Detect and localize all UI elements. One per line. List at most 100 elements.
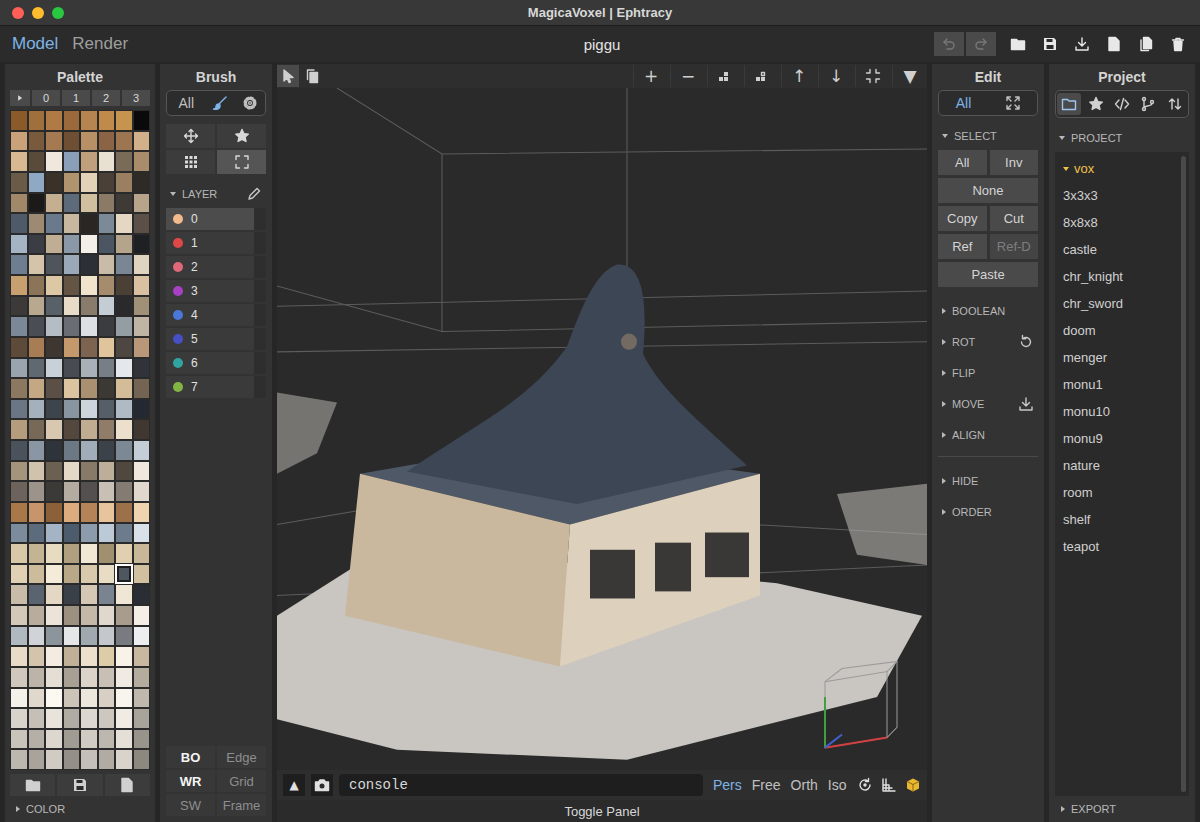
palette-swatch[interactable]: [46, 482, 62, 501]
palette-swatch[interactable]: [99, 544, 115, 563]
palette-swatch[interactable]: [134, 379, 150, 398]
palette-swatch[interactable]: [116, 235, 132, 254]
project-file[interactable]: monu1: [1063, 371, 1173, 398]
view-button[interactable]: [707, 65, 742, 87]
layer-visibility-toggle[interactable]: [254, 376, 266, 398]
palette-swatch[interactable]: [99, 482, 115, 501]
palette-swatch[interactable]: [11, 255, 27, 274]
palette-swatch[interactable]: [29, 235, 45, 254]
palette-swatch[interactable]: [134, 709, 150, 728]
palette-swatch[interactable]: [64, 730, 80, 749]
palette-swatch[interactable]: [116, 132, 132, 151]
project-file[interactable]: menger: [1063, 344, 1173, 371]
palette-swatch[interactable]: [116, 111, 132, 130]
palette-swatch[interactable]: [46, 317, 62, 336]
palette-swatch[interactable]: [11, 152, 27, 171]
trash-button[interactable]: [1164, 32, 1192, 56]
palette-swatch[interactable]: [134, 276, 150, 295]
palette-swatch[interactable]: [46, 400, 62, 419]
palette-swatch[interactable]: [64, 317, 80, 336]
palette-swatch[interactable]: [64, 173, 80, 192]
view-button[interactable]: −: [670, 65, 705, 87]
palette-swatch[interactable]: [116, 606, 132, 625]
palette-swatch[interactable]: [99, 606, 115, 625]
edit-section-header[interactable]: MOVE: [938, 388, 1038, 419]
project-file[interactable]: monu10: [1063, 398, 1173, 425]
palette-swatch[interactable]: [134, 730, 150, 749]
palette-swatch[interactable]: [46, 132, 62, 151]
palette-swatch[interactable]: [81, 482, 97, 501]
mode-tab[interactable]: Model: [12, 34, 58, 54]
layer-visibility-toggle[interactable]: [254, 208, 266, 230]
select-action-button[interactable]: Copy: [938, 206, 987, 231]
star-tool-button[interactable]: [217, 124, 266, 148]
palette-swatch[interactable]: [11, 441, 27, 460]
layer-row[interactable]: 2: [166, 256, 266, 278]
palette-swatch[interactable]: [11, 111, 27, 130]
color-section[interactable]: COLOR: [10, 796, 150, 822]
palette-page-tab[interactable]: 0: [32, 90, 60, 106]
layer-visibility-toggle[interactable]: [254, 352, 266, 374]
palette-swatch[interactable]: [134, 111, 150, 130]
layer-row[interactable]: 6: [166, 352, 266, 374]
palette-swatch[interactable]: [64, 194, 80, 213]
palette-swatch[interactable]: [81, 379, 97, 398]
palette-swatch[interactable]: [134, 255, 150, 274]
select-action-button[interactable]: None: [938, 178, 1038, 203]
palette-page-tab[interactable]: 1: [62, 90, 90, 106]
palette-swatch[interactable]: [116, 709, 132, 728]
palette-swatch[interactable]: [116, 647, 132, 666]
palette-swatch[interactable]: [81, 359, 97, 378]
project-file[interactable]: chr_knight: [1063, 263, 1173, 290]
view-option-toggle[interactable]: Grid: [217, 770, 266, 792]
palette-swatch[interactable]: [81, 214, 97, 233]
palette-swatch[interactable]: [116, 750, 132, 769]
palette-swatch[interactable]: [64, 524, 80, 543]
palette-swatch[interactable]: [81, 689, 97, 708]
palette-swatch[interactable]: [11, 462, 27, 481]
palette-swatch[interactable]: [116, 152, 132, 171]
project-file[interactable]: teapot: [1063, 533, 1173, 560]
palette-swatch[interactable]: [116, 524, 132, 543]
palette-swatch[interactable]: [99, 359, 115, 378]
cube-view-button[interactable]: [905, 777, 921, 793]
layer-visibility-toggle[interactable]: [254, 304, 266, 326]
palette-swatch[interactable]: [99, 194, 115, 213]
layer-visibility-toggle[interactable]: [254, 280, 266, 302]
palette-swatch[interactable]: [134, 173, 150, 192]
palette-swatch[interactable]: [134, 152, 150, 171]
move-tool-button[interactable]: [166, 124, 215, 148]
palette-swatch[interactable]: [99, 276, 115, 295]
scrollbar[interactable]: [1181, 156, 1186, 792]
palette-swatch[interactable]: [134, 668, 150, 687]
palette-swatch[interactable]: [46, 709, 62, 728]
view-button[interactable]: +: [633, 65, 668, 87]
select-action-button[interactable]: Paste: [938, 262, 1038, 287]
palette-swatch[interactable]: [64, 750, 80, 769]
palette-swatch[interactable]: [29, 462, 45, 481]
palette-swatch[interactable]: [11, 544, 27, 563]
edit-section-header[interactable]: ALIGN: [938, 419, 1038, 450]
palette-swatch[interactable]: [134, 606, 150, 625]
palette-swatch[interactable]: [64, 152, 80, 171]
palette-swatch[interactable]: [46, 111, 62, 130]
palette-swatch[interactable]: [64, 111, 80, 130]
palette-swatch[interactable]: [29, 524, 45, 543]
select-section-header[interactable]: SELECT: [938, 128, 1038, 144]
palette-swatch[interactable]: [64, 235, 80, 254]
palette-swatch[interactable]: [46, 750, 62, 769]
palette-swatch[interactable]: [134, 585, 150, 604]
palette-swatch[interactable]: [116, 627, 132, 646]
palette-swatch[interactable]: [134, 462, 150, 481]
palette-swatch[interactable]: [29, 565, 45, 584]
export-section[interactable]: EXPORT: [1055, 796, 1189, 822]
open-palette-button[interactable]: [10, 774, 55, 796]
edit-section-header[interactable]: ORDER: [938, 496, 1038, 527]
palette-swatch[interactable]: [81, 317, 97, 336]
palette-swatch[interactable]: [134, 317, 150, 336]
palette-swatch[interactable]: [81, 462, 97, 481]
palette-swatch[interactable]: [116, 730, 132, 749]
palette-swatch[interactable]: [29, 503, 45, 522]
folder-button[interactable]: [1004, 32, 1032, 56]
toggle-panel-button[interactable]: Toggle Panel: [277, 800, 927, 822]
